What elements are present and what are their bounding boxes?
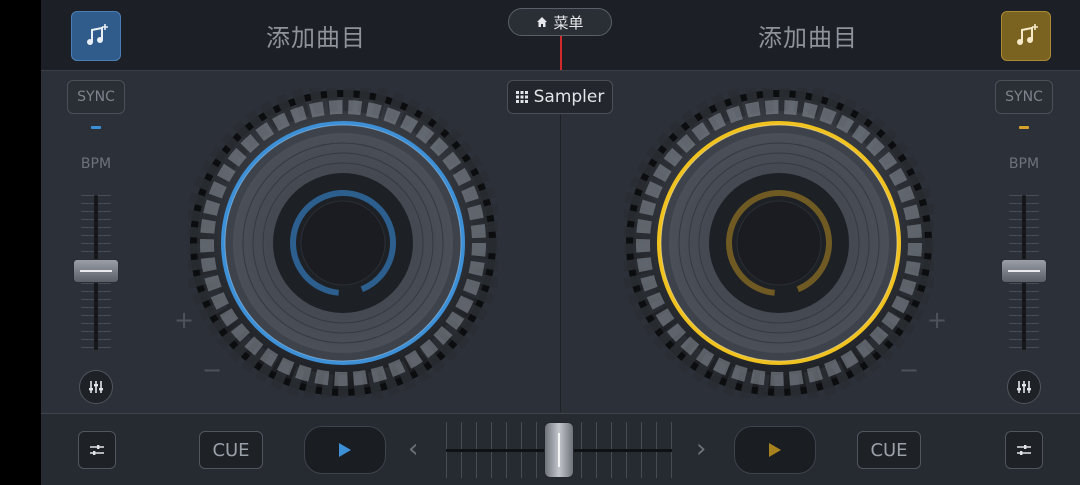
pitch-fader-knob[interactable] xyxy=(73,259,119,283)
center-indicator-line xyxy=(560,36,562,70)
jog-wheel-right[interactable] xyxy=(619,83,939,403)
play-icon xyxy=(339,443,351,457)
cue-button-left[interactable]: CUE xyxy=(199,431,263,469)
equalizer-icon xyxy=(89,381,103,393)
grid-icon xyxy=(515,91,528,103)
bpm-value-left xyxy=(91,126,101,129)
add-track-button-left[interactable] xyxy=(71,11,121,61)
crossfader-right-arrow[interactable]: › xyxy=(696,434,706,464)
mixer-button-right[interactable] xyxy=(1007,370,1041,404)
play-icon xyxy=(769,443,781,457)
settings-button-left[interactable] xyxy=(78,431,116,469)
jog-wheel-graphic-left xyxy=(183,83,503,403)
sliders-icon xyxy=(90,445,104,455)
bpm-label-left: BPM xyxy=(80,156,112,172)
transport-bar: CUE ‹ › CUE xyxy=(41,413,1080,485)
cue-button-right[interactable]: CUE xyxy=(857,431,921,469)
left-track-title[interactable]: 添加曲目 xyxy=(266,18,366,53)
top-bar: 添加曲目 菜单 添加曲目 xyxy=(41,0,1080,71)
music-note-plus-icon xyxy=(87,24,108,45)
bpm-value-right xyxy=(1019,126,1029,129)
equalizer-icon xyxy=(1017,381,1031,393)
crossfader[interactable] xyxy=(446,420,672,480)
home-icon xyxy=(537,17,548,27)
sliders-icon xyxy=(1017,445,1031,455)
jog-wheel-left[interactable] xyxy=(183,83,503,403)
right-track-title[interactable]: 添加曲目 xyxy=(758,18,858,53)
play-button-right[interactable] xyxy=(734,426,816,474)
crossfader-left-arrow[interactable]: ‹ xyxy=(408,434,418,464)
pitch-fader-right[interactable] xyxy=(999,195,1049,350)
menu-button[interactable]: 菜单 xyxy=(508,8,612,36)
pitch-fader-knob[interactable] xyxy=(1001,259,1047,283)
dj-app: 添加曲目 菜单 添加曲目 Sampler SYNC BPM + − SYNC B… xyxy=(41,0,1080,485)
menu-label: 菜单 xyxy=(553,13,584,32)
bpm-label-right: BPM xyxy=(1008,156,1040,172)
music-note-plus-icon xyxy=(1017,24,1038,45)
deck-divider xyxy=(560,114,561,412)
sampler-button[interactable]: Sampler xyxy=(507,80,613,114)
settings-button-right[interactable] xyxy=(1005,431,1043,469)
add-track-button-right[interactable] xyxy=(1001,11,1051,61)
sync-button-right[interactable]: SYNC xyxy=(995,80,1053,114)
play-button-left[interactable] xyxy=(304,426,386,474)
pitch-fader-left[interactable] xyxy=(71,195,121,350)
crossfader-knob[interactable] xyxy=(544,422,574,478)
sync-button-left[interactable]: SYNC xyxy=(67,80,125,114)
jog-wheel-graphic-right xyxy=(619,83,939,403)
sampler-label: Sampler xyxy=(533,87,605,107)
mixer-button-left[interactable] xyxy=(79,370,113,404)
